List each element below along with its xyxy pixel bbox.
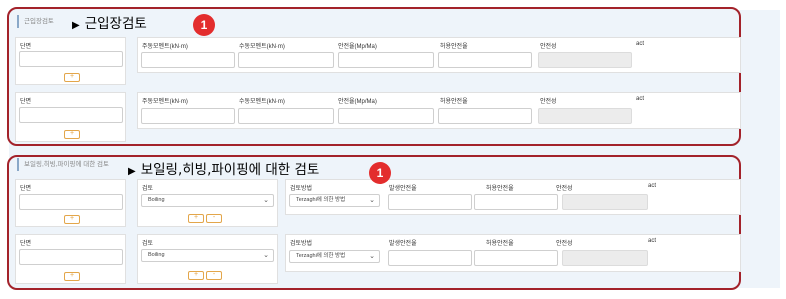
active-moment-input[interactable] — [141, 108, 235, 124]
check-type-select[interactable]: Boiling ⌄ — [141, 194, 274, 207]
allowable-safety-label: 허용안전율 — [440, 44, 468, 50]
section-field-label: 단면 — [20, 44, 32, 50]
check-type-value: Boiling — [148, 197, 165, 203]
number-badge: 1 — [193, 14, 215, 36]
allowable-safety-label: 허용안전율 — [486, 241, 514, 247]
allowable-safety-input[interactable] — [474, 194, 558, 210]
section-input[interactable] — [19, 194, 123, 210]
method-value: Terzaghi에 의한 방법 — [296, 253, 346, 259]
safety-factor-label: 안전율(Mp/Ma) — [338, 44, 377, 50]
method-row: 검토방법 발생안전율 허용안전율 안전성 act Terzaghi에 의한 방법… — [285, 234, 741, 272]
check-type-card: 검토 Boiling ⌄ + - — [137, 179, 278, 227]
chevron-down-icon: ⌄ — [369, 197, 375, 204]
act-label: act — [636, 41, 645, 47]
annotation-text: 보일링,히빙,파이핑에 대한 검토 — [140, 162, 320, 178]
active-moment-label: 주동모멘트(kN·m) — [142, 99, 188, 105]
section-field-label: 단면 — [20, 186, 32, 192]
method-row: 검토방법 발생안전율 허용안전율 안전성 act Terzaghi에 의한 방법… — [285, 179, 741, 215]
check-type-card: 검토 Boiling ⌄ + - — [137, 234, 278, 284]
act-label: act — [636, 96, 645, 102]
add-section-button[interactable]: + — [64, 73, 80, 82]
section-input[interactable] — [19, 51, 123, 67]
add-section-button[interactable]: + — [64, 130, 80, 139]
check-type-value: Boiling — [148, 252, 165, 258]
occurred-safety-input[interactable] — [388, 194, 472, 210]
check-type-select[interactable]: Boiling ⌄ — [141, 249, 274, 262]
chevron-down-icon: ⌄ — [263, 252, 269, 259]
number-badge: 1 — [369, 162, 391, 184]
method-value: Terzaghi에 의한 방법 — [296, 197, 346, 203]
stability-label: 안전성 — [540, 99, 557, 105]
stability-label: 안전성 — [556, 186, 573, 192]
moment-row: 주동모멘트(kN·m) 수동모멘트(kN·m) 안전율(Mp/Ma) 허용안전율… — [137, 37, 741, 73]
section-card: 단면 + — [15, 92, 126, 142]
section-input[interactable] — [19, 107, 123, 123]
passive-moment-label: 수동모멘트(kN·m) — [239, 99, 285, 105]
safety-factor-input[interactable] — [338, 108, 434, 124]
act-label: act — [648, 183, 657, 189]
allowable-safety-input[interactable] — [438, 52, 532, 68]
add-section-button[interactable]: + — [64, 215, 80, 224]
occurred-safety-label: 발생안전율 — [389, 241, 417, 247]
moment-row: 주동모멘트(kN·m) 수동모멘트(kN·m) 안전율(Mp/Ma) 허용안전율… — [137, 92, 741, 129]
stability-output — [562, 250, 648, 266]
stability-label: 안전성 — [540, 44, 557, 50]
add-check-button[interactable]: + — [188, 214, 204, 223]
passive-moment-input[interactable] — [238, 52, 334, 68]
active-moment-input[interactable] — [141, 52, 235, 68]
pointer-arrow-icon: ▶ — [128, 166, 136, 177]
method-select[interactable]: Terzaghi에 의한 방법 ⌄ — [289, 250, 380, 263]
annotation-boiling-check: ▶ 보일링,히빙,파이핑에 대한 검토 — [128, 158, 319, 178]
section-field-label: 단면 — [20, 241, 32, 247]
allowable-safety-label: 허용안전율 — [486, 186, 514, 192]
section-field-label: 단면 — [20, 99, 32, 105]
allowable-safety-label: 허용안전율 — [440, 99, 468, 105]
occurred-safety-label: 발생안전율 — [389, 186, 417, 192]
passive-moment-label: 수동모멘트(kN·m) — [239, 44, 285, 50]
section-input[interactable] — [19, 249, 123, 265]
check-type-label: 검토 — [142, 241, 154, 247]
pointer-arrow-icon: ▶ — [72, 20, 80, 31]
section-card: 단면 + — [15, 179, 126, 227]
method-select[interactable]: Terzaghi에 의한 방법 ⌄ — [289, 194, 380, 207]
stability-output — [538, 52, 632, 68]
occurred-safety-input[interactable] — [388, 250, 472, 266]
allowable-safety-input[interactable] — [438, 108, 532, 124]
passive-moment-input[interactable] — [238, 108, 334, 124]
stability-label: 안전성 — [556, 241, 573, 247]
stability-output — [562, 194, 648, 210]
safety-factor-label: 안전율(Mp/Ma) — [338, 99, 377, 105]
remove-check-button[interactable]: - — [206, 214, 222, 223]
section-card: 단면 + — [15, 37, 126, 85]
active-moment-label: 주동모멘트(kN·m) — [142, 44, 188, 50]
annotation-text: 근입장검토 — [84, 16, 147, 32]
chevron-down-icon: ⌄ — [369, 253, 375, 260]
safety-factor-input[interactable] — [338, 52, 434, 68]
remove-check-button[interactable]: - — [206, 271, 222, 280]
annotation-embedment-check: ▶ 근입장검토 — [72, 12, 147, 32]
allowable-safety-input[interactable] — [474, 250, 558, 266]
method-label: 검토방법 — [290, 241, 313, 247]
add-section-button[interactable]: + — [64, 272, 80, 281]
check-type-label: 검토 — [142, 186, 154, 192]
section-title: 근입장검토 — [17, 15, 54, 28]
add-check-button[interactable]: + — [188, 271, 204, 280]
section-card: 단면 + — [15, 234, 126, 284]
section-title: 보일링,히빙,파이핑에 대한 검토 — [17, 158, 109, 171]
act-label: act — [648, 238, 657, 244]
method-label: 검토방법 — [290, 186, 313, 192]
stability-output — [538, 108, 632, 124]
chevron-down-icon: ⌄ — [263, 197, 269, 204]
